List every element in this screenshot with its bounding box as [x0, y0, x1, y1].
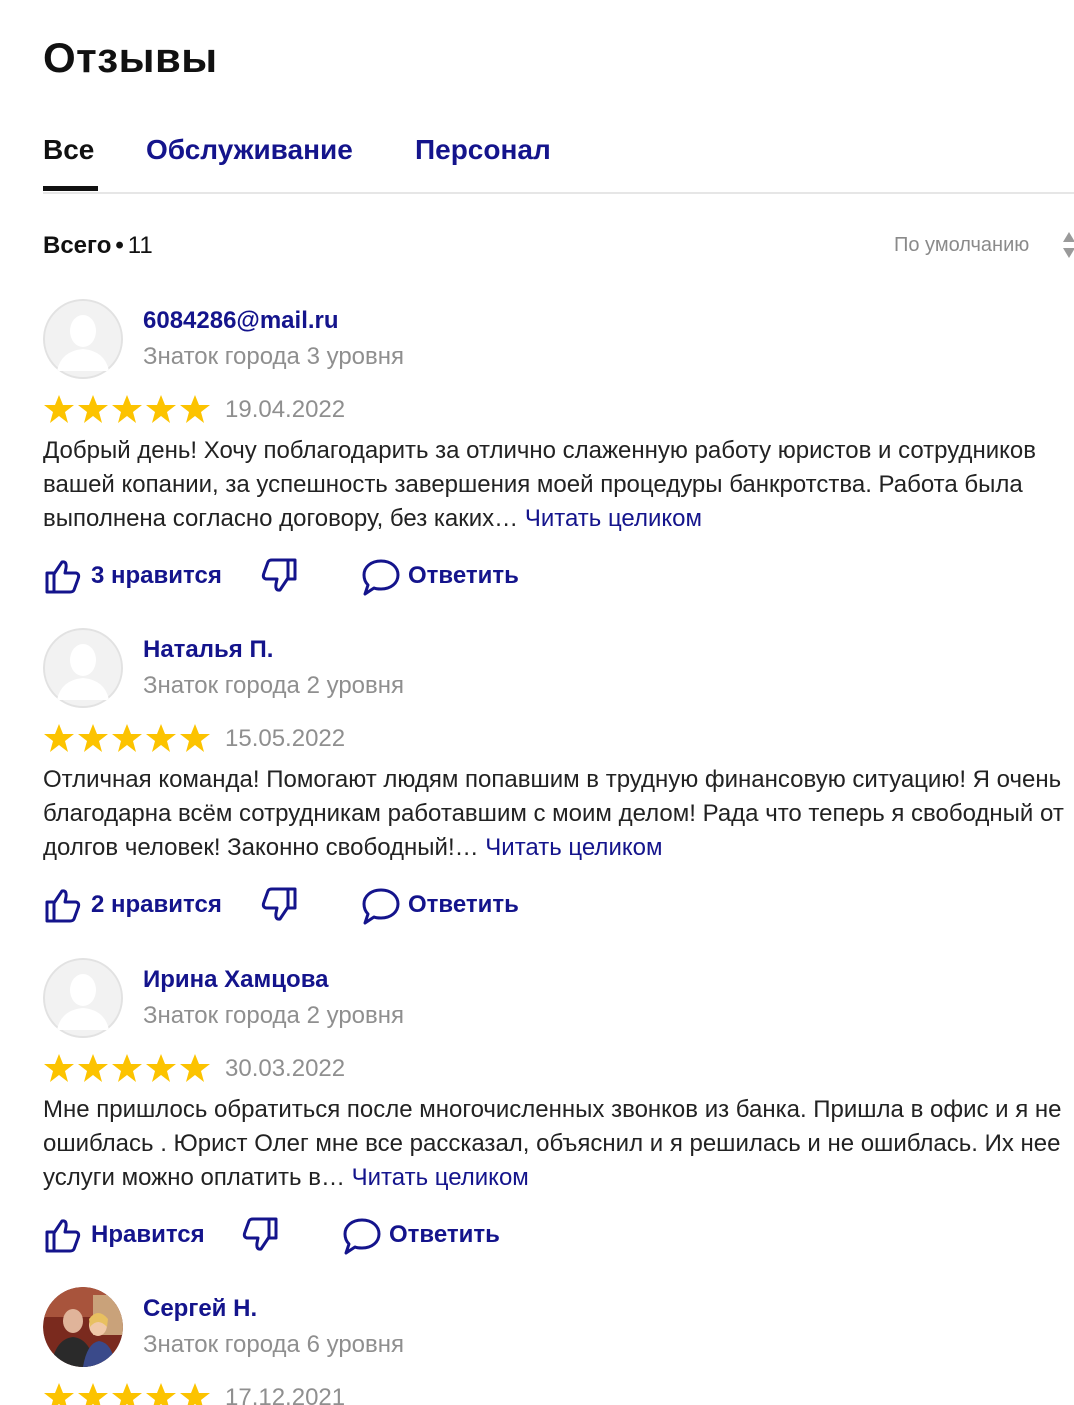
default-avatar-icon[interactable]	[43, 628, 123, 708]
page-title: Отзывы	[43, 34, 218, 81]
tab-all[interactable]: Все	[43, 134, 94, 166]
tab-staff[interactable]: Персонал	[415, 134, 551, 166]
thumbs-down-icon	[261, 558, 297, 592]
dislike-button[interactable]	[259, 883, 303, 927]
sort-label: По умолчанию	[894, 234, 1030, 256]
rating-stars	[44, 395, 210, 423]
comment-icon	[362, 888, 400, 925]
review-actions: Нравится Ответить	[43, 1213, 743, 1257]
summary-separator: •	[115, 232, 124, 259]
review-author[interactable]: Наталья П.	[143, 636, 273, 664]
dislike-button[interactable]	[259, 554, 303, 598]
author-level: Знаток города 2 уровня	[143, 1002, 405, 1029]
thumbs-down-icon	[242, 1217, 278, 1251]
like-button[interactable]: Нравится	[43, 1213, 218, 1257]
thumbs-up-icon	[45, 889, 81, 923]
read-more-link[interactable]: Читать целиком	[525, 505, 702, 532]
summary-label: Всего	[43, 232, 112, 259]
author-level: Знаток города 3 уровня	[143, 343, 405, 370]
read-more-link[interactable]: Читать целиком	[485, 834, 662, 861]
thumbs-up-icon	[45, 1219, 81, 1253]
read-more-link[interactable]: Читать целиком	[352, 1164, 529, 1191]
rating-stars	[44, 1054, 210, 1082]
review-text: Мне пришлось обратиться после многочисле…	[43, 1093, 1074, 1195]
reviews-summary: Всего • 11	[43, 232, 153, 260]
summary-count: 11	[127, 232, 153, 259]
review-card: Наталья П. Знаток города 2 уровня 15.05.…	[43, 628, 1074, 928]
like-label: Нравится	[91, 1221, 205, 1248]
review-actions: 3 нравится Ответить	[43, 554, 743, 598]
review-author[interactable]: Сергей Н.	[143, 1295, 257, 1323]
review-text-body: Мне пришлось обратиться после многочисле…	[43, 1096, 1062, 1191]
reply-label: Ответить	[408, 891, 519, 918]
comment-icon	[362, 559, 400, 596]
reply-button[interactable]: Ответить	[360, 554, 560, 598]
tab-service[interactable]: Обслуживание	[146, 134, 353, 166]
rating-stars	[44, 1383, 210, 1405]
author-level: Знаток города 6 уровня	[143, 1331, 405, 1358]
dislike-button[interactable]	[240, 1213, 284, 1257]
reply-label: Ответить	[389, 1221, 500, 1248]
review-text: Добрый день! Хочу поблагодарить за отлич…	[43, 434, 1074, 536]
sort-arrows-icon[interactable]	[1062, 230, 1074, 260]
thumbs-up-icon	[45, 560, 81, 594]
review-card: Ирина Хамцова Знаток города 2 уровня 30.…	[43, 958, 1074, 1258]
comment-icon	[343, 1218, 381, 1255]
sort-dropdown[interactable]: По умолчанию	[894, 234, 1029, 257]
default-avatar-icon[interactable]	[43, 299, 123, 379]
like-button[interactable]: 2 нравится	[43, 883, 238, 927]
like-label: 2 нравится	[91, 891, 222, 918]
like-label: 3 нравится	[91, 562, 222, 589]
review-card: Сергей Н. Знаток города 6 уровня 17.12.2…	[43, 1287, 1074, 1405]
review-date: 30.03.2022	[225, 1055, 346, 1082]
review-date: 19.04.2022	[225, 396, 346, 423]
reply-button[interactable]: Ответить	[341, 1213, 541, 1257]
review-card: 6084286@mail.ru Знаток города 3 уровня 1…	[43, 299, 1074, 599]
review-text: Отличная команда! Помогают людям попавши…	[43, 763, 1074, 865]
review-date: 15.05.2022	[225, 725, 346, 752]
author-level: Знаток города 2 уровня	[143, 672, 405, 699]
like-button[interactable]: 3 нравится	[43, 554, 238, 598]
review-author[interactable]: 6084286@mail.ru	[143, 307, 339, 335]
default-avatar-icon[interactable]	[43, 958, 123, 1038]
active-tab-indicator	[43, 186, 98, 191]
user-photo[interactable]	[43, 1287, 123, 1367]
thumbs-down-icon	[261, 887, 297, 921]
reply-label: Ответить	[408, 562, 519, 589]
tabs-bar: Все Обслуживание Персонал	[43, 120, 1074, 194]
review-date: 17.12.2021	[225, 1384, 346, 1405]
reply-button[interactable]: Ответить	[360, 883, 560, 927]
rating-stars	[44, 724, 210, 752]
review-actions: 2 нравится Ответить	[43, 883, 743, 927]
review-author[interactable]: Ирина Хамцова	[143, 966, 328, 994]
